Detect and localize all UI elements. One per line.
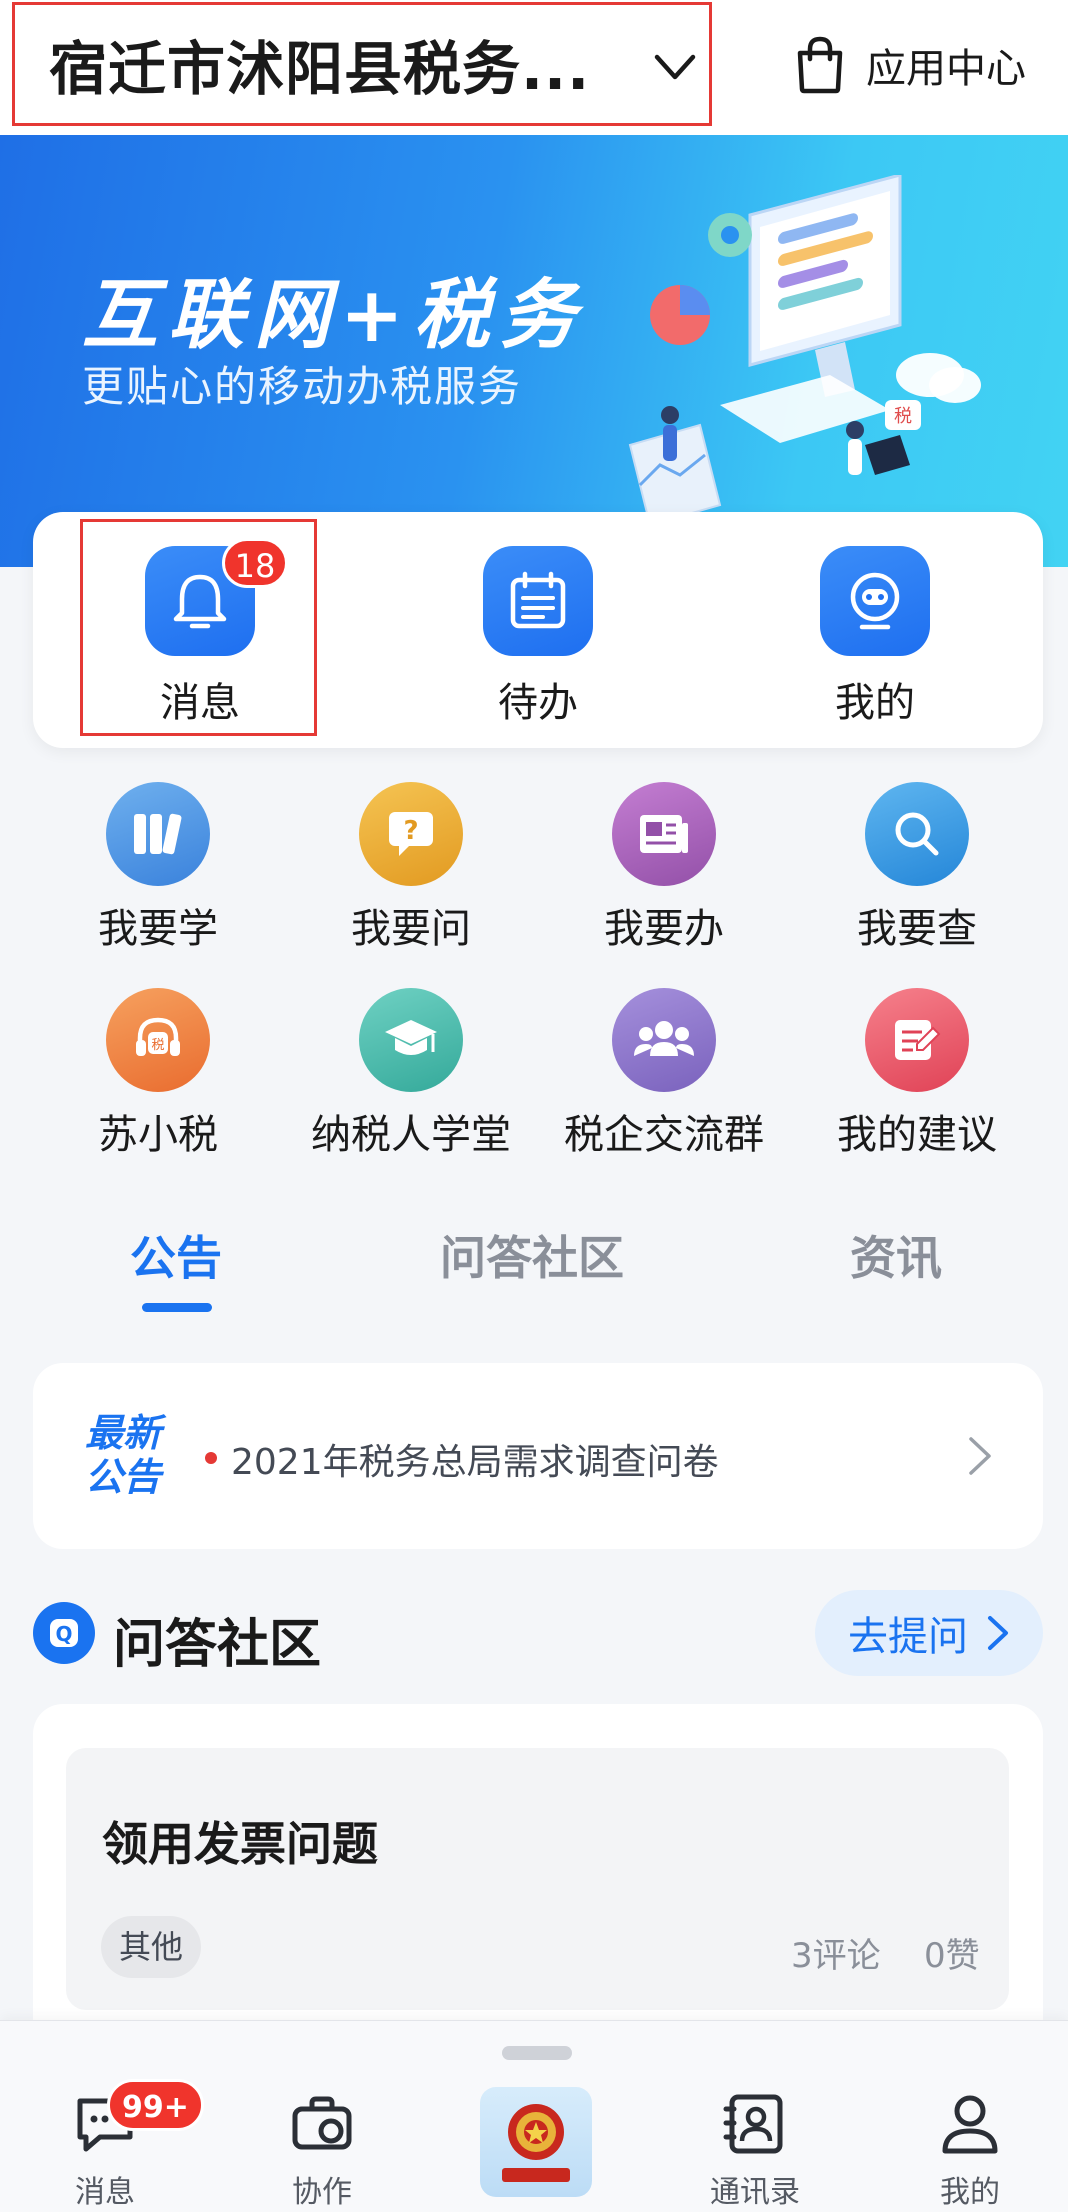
service-ask[interactable]: ? 我要问 <box>291 782 531 954</box>
quick-mine-label: 我的 <box>835 680 915 726</box>
nav-contacts-label: 通讯录 <box>710 2175 800 2210</box>
chevron-right-icon <box>969 1437 991 1475</box>
service-su-xiaoshui-label: 苏小税 <box>98 1112 218 1158</box>
shopping-bag-icon <box>797 36 843 94</box>
quick-todo-label: 待办 <box>498 680 578 726</box>
drag-handle[interactable] <box>502 2046 572 2060</box>
quick-actions-card: 18 消息 待办 我的 <box>33 512 1043 748</box>
nav-messages-badge: 99+ <box>107 2079 204 2131</box>
svg-text:税: 税 <box>151 1038 164 1053</box>
ask-question-button[interactable]: 去提问 <box>815 1590 1043 1676</box>
tab-qa-community[interactable]: 问答社区 <box>440 1222 624 1288</box>
newspaper-icon <box>612 782 716 886</box>
chevron-down-icon <box>654 54 696 80</box>
service-handle[interactable]: 我要办 <box>544 782 784 954</box>
quick-todo[interactable]: 待办 <box>458 546 618 728</box>
quick-messages-label: 消息 <box>160 680 240 726</box>
service-learn[interactable]: 我要学 <box>38 782 278 954</box>
banner-title: 互联网+税务 <box>82 270 586 359</box>
app-center-button[interactable]: 应用中心 <box>792 30 1026 100</box>
svg-text:Q: Q <box>55 1622 72 1646</box>
nav-collaboration[interactable]: 协作 <box>242 2089 402 2211</box>
contacts-icon <box>723 2094 783 2154</box>
svg-text:?: ? <box>403 816 418 846</box>
service-taxpayer-school-label: 纳税人学堂 <box>311 1112 511 1158</box>
notice-tag-line2: 公告 <box>84 1455 161 1499</box>
notice-dot <box>205 1452 217 1464</box>
robot-icon <box>820 546 930 656</box>
bottom-navigation: 99+ 消息 协作 通讯录 我的 <box>0 2020 1068 2212</box>
service-query-label: 我要查 <box>857 906 977 952</box>
service-handle-label: 我要办 <box>604 906 724 952</box>
qa-post-comment-count: 3评论 <box>791 1936 881 1976</box>
svg-text:税: 税 <box>894 406 912 427</box>
active-tab-indicator <box>142 1303 212 1312</box>
nav-mine[interactable]: 我的 <box>890 2089 1050 2211</box>
service-exchange-group[interactable]: 税企交流群 <box>544 988 784 1160</box>
qa-list-card: 领用发票问题 其他 3评论 0赞 <box>33 1704 1043 2044</box>
service-learn-label: 我要学 <box>98 906 218 952</box>
service-suggestion[interactable]: 我的建议 <box>797 988 1037 1160</box>
service-exchange-group-label: 税企交流群 <box>564 1112 764 1158</box>
org-name: 宿迁市沭阳县税务... <box>49 35 591 103</box>
notice-text: 2021年税务总局需求调查问卷 <box>231 1442 719 1483</box>
app-center-label: 应用中心 <box>866 46 1026 92</box>
qa-post-like-count: 0赞 <box>924 1936 980 1976</box>
person-icon <box>942 2095 998 2154</box>
nav-messages[interactable]: 99+ 消息 <box>25 2079 204 2211</box>
search-icon <box>865 782 969 886</box>
org-selector[interactable]: 宿迁市沭阳县税务... <box>12 2 712 126</box>
quick-messages[interactable]: 18 消息 <box>120 538 288 728</box>
graduation-cap-icon <box>359 988 463 1092</box>
tab-news[interactable]: 资讯 <box>850 1222 942 1288</box>
notice-tag-line1: 最新 <box>84 1411 161 1455</box>
group-icon <box>612 988 716 1092</box>
qa-logo-icon: Q <box>33 1602 95 1664</box>
tax-emblem-icon[interactable] <box>480 2087 592 2197</box>
quick-mine[interactable]: 我的 <box>795 546 955 728</box>
edit-note-icon <box>865 988 969 1092</box>
headset-icon: 税 <box>106 988 210 1092</box>
calendar-icon <box>483 546 593 656</box>
service-su-xiaoshui[interactable]: 税 苏小税 <box>38 988 278 1160</box>
messages-badge: 18 <box>222 538 288 588</box>
service-taxpayer-school[interactable]: 纳税人学堂 <box>291 988 531 1160</box>
nav-collaboration-label: 协作 <box>292 2175 352 2210</box>
service-suggestion-label: 我的建议 <box>837 1112 997 1158</box>
latest-notice-tag: 最新 公告 <box>73 1411 173 1499</box>
nav-messages-label: 消息 <box>75 2175 135 2210</box>
nav-mine-label: 我的 <box>940 2175 1000 2210</box>
banner-subtitle: 更贴心的移动办税服务 <box>82 362 523 411</box>
service-ask-label: 我要问 <box>351 906 471 952</box>
question-chat-icon: ? <box>359 782 463 886</box>
qa-section-title: 问答社区 <box>113 1615 322 1675</box>
tab-announcements[interactable]: 公告 <box>130 1222 222 1288</box>
promo-banner[interactable]: 互联网+税务 更贴心的移动办税服务 税 <box>0 135 1068 567</box>
latest-notice-card[interactable]: 最新 公告 2021年税务总局需求调查问卷 <box>33 1363 1043 1549</box>
app-header: 宿迁市沭阳县税务... 应用中心 <box>0 0 1068 135</box>
chevron-right-icon <box>988 1616 1008 1650</box>
books-icon <box>106 782 210 886</box>
qa-post-tag: 其他 <box>101 1916 202 1978</box>
briefcase-icon <box>292 2096 352 2150</box>
ask-question-label: 去提问 <box>848 1614 968 1660</box>
qa-post-item[interactable]: 领用发票问题 其他 3评论 0赞 <box>66 1748 1009 2010</box>
service-query[interactable]: 我要查 <box>797 782 1037 954</box>
qa-post-title: 领用发票问题 <box>102 1817 378 1871</box>
nav-contacts[interactable]: 通讯录 <box>675 2089 835 2211</box>
banner-illustration: 税 <box>628 175 981 527</box>
